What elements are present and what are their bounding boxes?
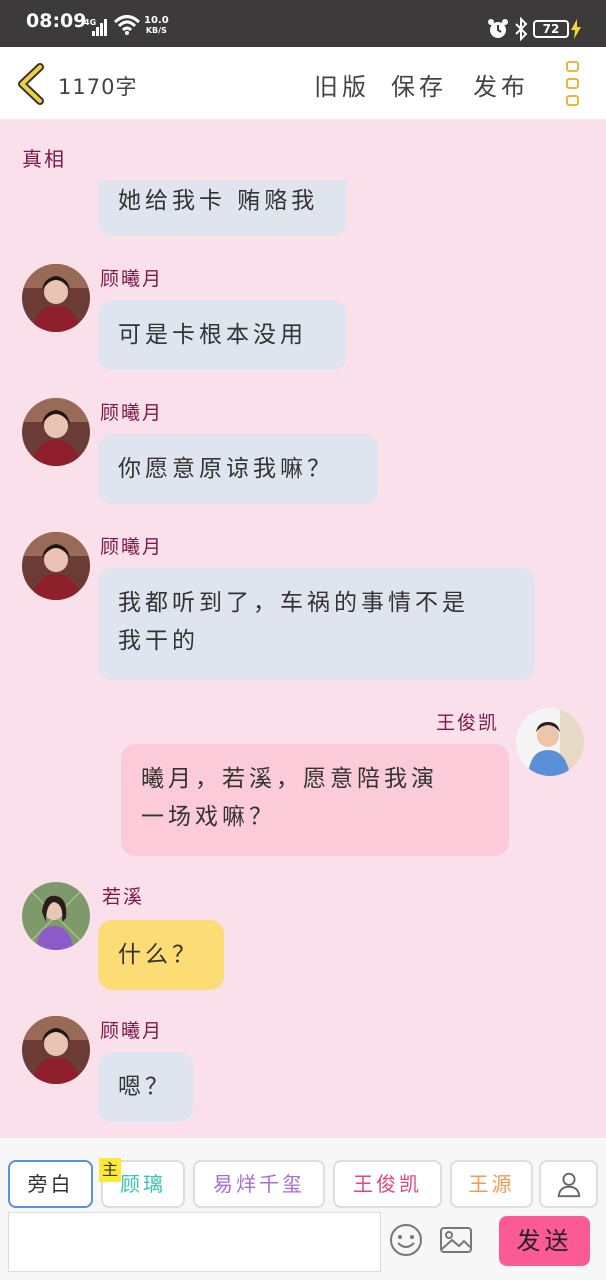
message-bubble[interactable]: 嗯？ xyxy=(98,1052,193,1122)
save-button[interactable]: 保存 xyxy=(391,67,447,102)
message-bubble[interactable]: 曦月，若溪，愿意陪我演 一场戏嘛？ xyxy=(121,744,509,856)
editor-header: 1170字 旧版 保存 发布 xyxy=(0,47,606,120)
signal-icon xyxy=(92,18,110,36)
document-title: 真相 xyxy=(22,147,66,171)
sender-name: 顾曦月 xyxy=(100,536,164,558)
more-menu-icon[interactable] xyxy=(565,61,581,107)
publish-button[interactable]: 发布 xyxy=(473,67,529,102)
net-speed-unit: KB/S xyxy=(145,26,167,35)
net-speed-value: 10.0 xyxy=(144,15,169,26)
avatar-guxiyue[interactable] xyxy=(22,532,90,600)
sender-name: 顾曦月 xyxy=(100,402,164,424)
wifi-icon xyxy=(114,15,140,35)
avatar-wangjunkai[interactable] xyxy=(516,708,584,776)
message-bubble[interactable]: 你愿意原谅我嘛？ xyxy=(98,434,378,504)
battery-level: 72 xyxy=(533,20,569,38)
message-input[interactable] xyxy=(8,1212,381,1272)
avatar-guxiyue[interactable] xyxy=(22,1016,90,1084)
message-bubble[interactable]: 可是卡根本没用 xyxy=(98,300,347,370)
avatar-guxiyue[interactable] xyxy=(22,264,90,332)
charging-icon xyxy=(571,19,581,39)
character-chip-wangjunkai[interactable]: 王俊凯 xyxy=(333,1160,442,1208)
add-character-button[interactable] xyxy=(539,1160,598,1208)
character-bar: 旁白 顾璃 主 易烊千玺 王俊凯 王源 发送 xyxy=(0,1138,606,1280)
message-line: 她给我卡 贿赂我 xyxy=(118,188,319,214)
message-line: 我都听到了，车祸的事情不是 xyxy=(118,590,469,616)
message-bubble[interactable]: 我都听到了，车祸的事情不是 我干的 xyxy=(98,568,535,680)
send-button[interactable]: 发送 xyxy=(499,1216,590,1266)
message-line: 嗯？ xyxy=(118,1074,172,1100)
message-line: 你愿意原谅我嘛？ xyxy=(118,456,334,482)
status-time: 08:09 xyxy=(26,10,87,32)
sender-name: 顾曦月 xyxy=(100,1020,164,1042)
message-line: 一场戏嘛？ xyxy=(141,804,276,830)
message-line: 什么？ xyxy=(118,942,199,968)
message-bubble[interactable]: 她给我卡 贿赂我 xyxy=(98,180,347,236)
word-count: 1170字 xyxy=(58,75,138,99)
main-character-badge: 主 xyxy=(99,1158,121,1182)
message-line: 曦月，若溪，愿意陪我演 xyxy=(141,766,438,792)
person-icon xyxy=(557,1172,580,1198)
bluetooth-icon xyxy=(515,17,528,41)
character-chip-yiyangqianxi[interactable]: 易烊千玺 xyxy=(193,1160,325,1208)
net-speed: 10.0 KB/S xyxy=(144,16,169,36)
message-line: 我干的 xyxy=(118,628,199,654)
avatar-ruoxi[interactable] xyxy=(22,882,90,950)
alarm-icon xyxy=(488,19,508,38)
narration-chip[interactable]: 旁白 xyxy=(8,1160,93,1208)
message-line: 可是卡根本没用 xyxy=(118,322,307,348)
old-version-button[interactable]: 旧版 xyxy=(314,67,370,102)
character-chip-wangyuan[interactable]: 王源 xyxy=(450,1160,533,1208)
status-bar: 08:09 4G 10.0 KB/S 72 xyxy=(0,0,606,47)
image-icon[interactable] xyxy=(438,1222,474,1258)
sender-name: 王俊凯 xyxy=(436,712,500,734)
avatar-guxiyue[interactable] xyxy=(22,398,90,466)
emoji-icon[interactable] xyxy=(388,1222,424,1258)
chat-area[interactable]: 她给我卡 贿赂我 顾曦月 可是卡根本没用 顾曦月 你愿意原谅我嘛？ 顾曦月 我都… xyxy=(0,180,606,1138)
sender-name: 若溪 xyxy=(102,886,145,908)
message-bubble[interactable]: 什么？ xyxy=(98,920,224,990)
back-chevron-icon[interactable] xyxy=(16,63,46,105)
sender-name: 顾曦月 xyxy=(100,268,164,290)
